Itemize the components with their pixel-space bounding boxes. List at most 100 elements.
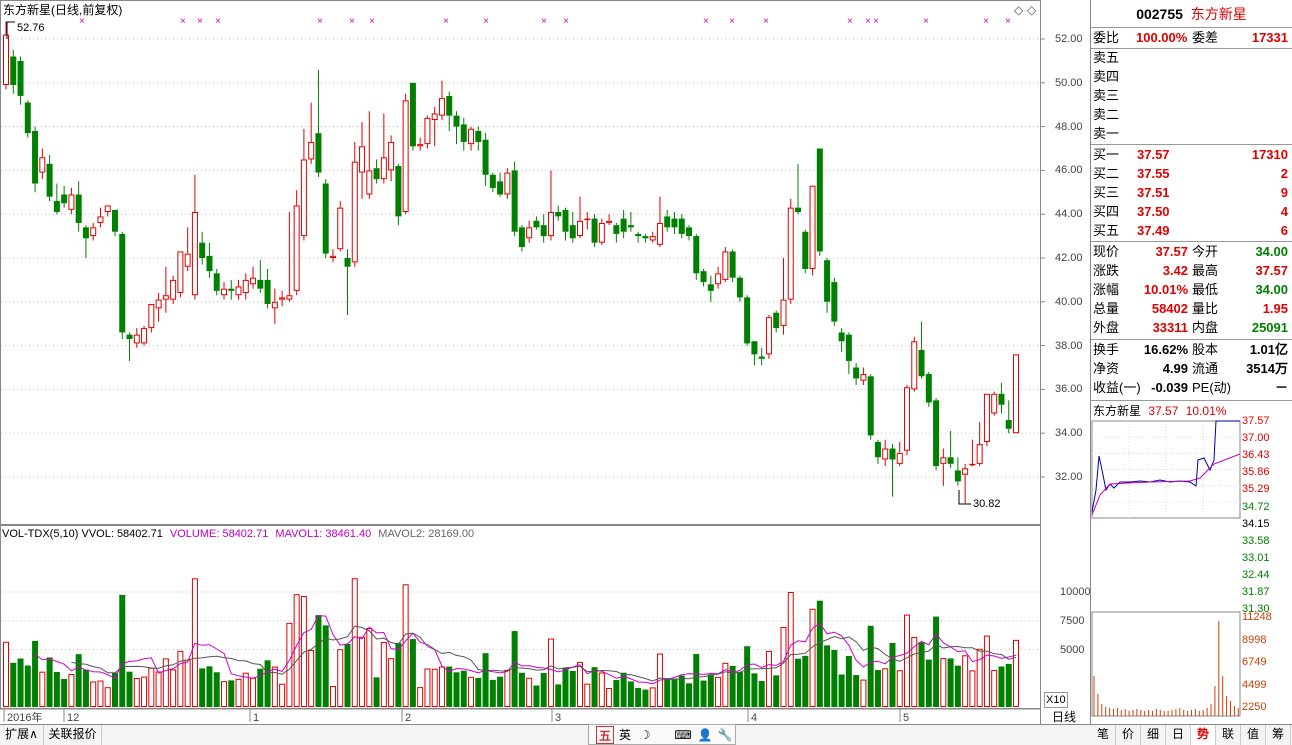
volume-bar (61, 678, 68, 707)
volume-bar (119, 594, 126, 707)
right-tab[interactable]: 细 (1141, 725, 1166, 745)
volume-bar (758, 680, 765, 707)
volume-bar (831, 650, 838, 707)
volume-bar (468, 676, 475, 708)
volume-bar (620, 672, 627, 707)
event-mark[interactable]: × (349, 16, 355, 27)
candle (250, 266, 257, 289)
candle (177, 251, 184, 298)
event-mark[interactable]: × (443, 16, 449, 27)
volume-bar (773, 675, 780, 707)
mini-price-tick: 35.86 (1242, 466, 1270, 479)
kline-frame (0, 0, 1041, 525)
volume-bar (82, 669, 89, 707)
candle (562, 207, 569, 241)
event-mark[interactable]: × (847, 16, 853, 27)
candle (526, 220, 533, 243)
candle (155, 293, 162, 322)
event-mark[interactable]: × (729, 16, 735, 27)
candle (286, 212, 293, 302)
candle (845, 332, 852, 375)
volume-bar (90, 681, 97, 707)
candle (547, 170, 554, 241)
expand-tab[interactable]: 扩展∧ (0, 725, 44, 745)
volume-bar (409, 639, 416, 707)
period-label[interactable]: 日线 (1052, 710, 1076, 725)
user-icon[interactable]: 👤 (696, 726, 714, 744)
event-mark[interactable]: × (923, 16, 929, 27)
diamond-icon-2[interactable]: ◇ (1027, 3, 1036, 17)
buy-level-price: 37.50 (1137, 204, 1170, 219)
candle (947, 431, 954, 469)
ime-moon-icon[interactable]: ☽ (636, 726, 654, 744)
event-mark[interactable]: × (763, 16, 769, 27)
candle (220, 282, 227, 300)
diamond-icon[interactable]: ◇ (1014, 3, 1023, 17)
right-tab[interactable]: 笔 (1091, 725, 1116, 745)
candle (104, 205, 111, 217)
volume-bar (686, 683, 693, 707)
right-tab[interactable]: 势 (1191, 725, 1216, 745)
keyboard-icon[interactable]: ⌨ (674, 726, 692, 744)
wrench-icon[interactable]: 🔧 (716, 726, 734, 744)
price-grid (1, 38, 1045, 478)
right-tab[interactable]: 价 (1116, 725, 1141, 745)
volume-bar (228, 680, 235, 707)
candle (954, 457, 961, 486)
event-mark[interactable]: × (865, 16, 871, 27)
right-tab[interactable]: 联 (1216, 725, 1241, 745)
right-tab[interactable]: 筹 (1266, 725, 1291, 745)
candle (613, 222, 620, 243)
volume-bar (380, 642, 387, 707)
volume-bar (577, 661, 584, 708)
mini-volume-tick: 4499 (1242, 678, 1267, 691)
ime-english-icon[interactable]: 英 (616, 726, 634, 744)
event-mark[interactable]: × (483, 16, 489, 27)
stat-label: 总量 (1093, 301, 1120, 316)
event-mark[interactable]: × (369, 16, 375, 27)
volume-bar (235, 678, 242, 707)
candle (438, 80, 445, 121)
candle (395, 163, 402, 226)
candle (184, 227, 191, 272)
volume-bar (874, 670, 881, 707)
candle (271, 288, 278, 324)
stat2-value: 3514万 (1246, 361, 1288, 376)
volume-bar (671, 678, 678, 707)
candle (431, 106, 438, 147)
candle (940, 448, 947, 486)
candle (511, 161, 518, 237)
candle (351, 141, 358, 267)
event-mark[interactable]: × (873, 16, 879, 27)
volume-bar (518, 672, 525, 707)
stat-value: 3.42 (1162, 263, 1188, 278)
volume-bar (700, 680, 707, 707)
event-mark[interactable]: × (197, 16, 203, 27)
price-tick: 34.00 (1055, 427, 1083, 440)
volume-bar (446, 666, 453, 707)
event-mark[interactable]: × (180, 16, 186, 27)
event-mark[interactable]: × (983, 16, 989, 27)
event-mark[interactable]: × (317, 16, 323, 27)
sell-level-label: 卖五 (1093, 50, 1120, 65)
right-tab[interactable]: 日 (1166, 725, 1191, 745)
right-tab[interactable]: 值 (1241, 725, 1266, 745)
volume-bar (991, 670, 998, 708)
volume-bar (388, 658, 395, 707)
event-mark[interactable]: × (1005, 16, 1011, 27)
vol-name: VOL-TDX(5,10) (2, 528, 79, 540)
event-mark[interactable]: × (563, 16, 569, 27)
event-mark[interactable]: × (215, 16, 221, 27)
volume-bar (795, 658, 802, 707)
stat2-label: 股本 (1192, 342, 1219, 357)
volume-bar (533, 685, 540, 707)
ime-five-icon[interactable]: 五 (596, 726, 614, 744)
volume-bar (97, 680, 104, 708)
mini-volume-tick: 8998 (1242, 633, 1267, 646)
candle (39, 148, 46, 180)
volume-bar (213, 672, 220, 707)
event-mark[interactable]: × (541, 16, 547, 27)
event-mark[interactable]: × (703, 16, 709, 27)
candle (758, 347, 765, 366)
related-quote-tab[interactable]: 关联报价 (44, 725, 102, 745)
